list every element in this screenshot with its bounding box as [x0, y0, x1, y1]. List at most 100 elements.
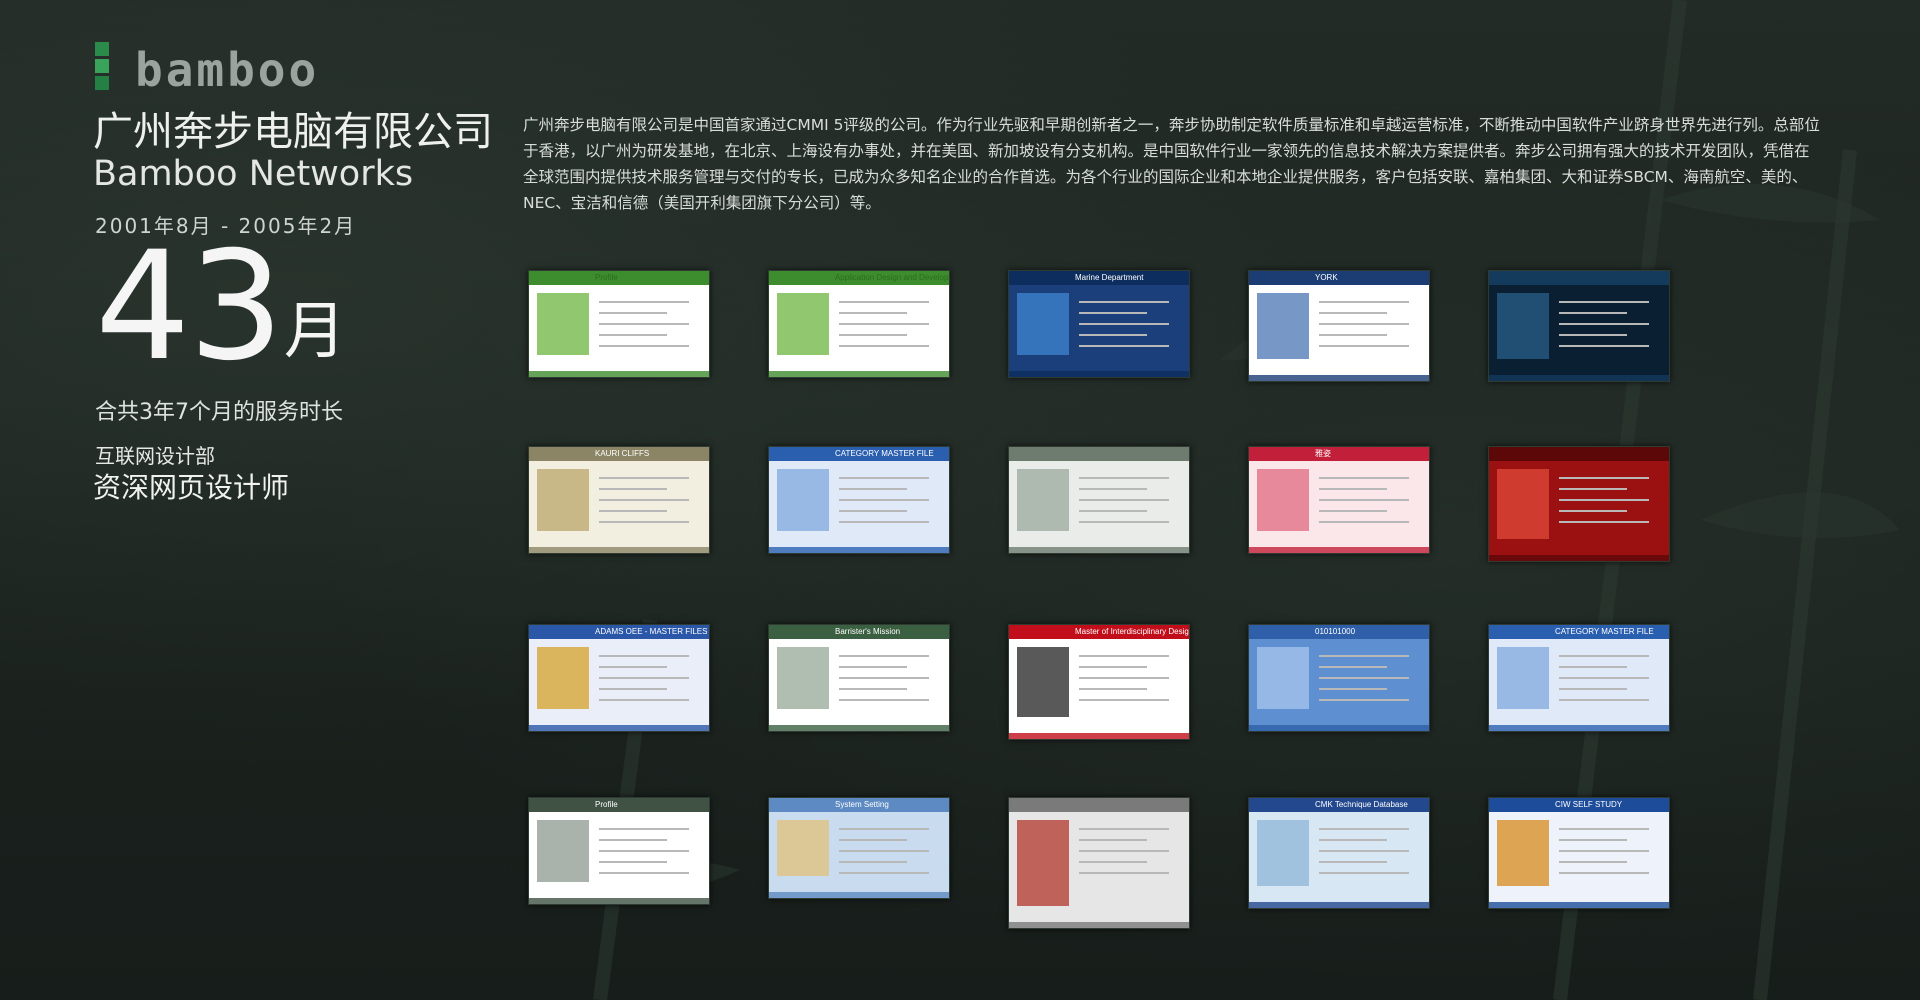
thumbnail-text-line [839, 323, 929, 325]
thumbnail-text-line [1079, 655, 1169, 657]
thumbnail-text-line [1079, 872, 1169, 874]
thumbnail-text-line [839, 477, 929, 479]
thumbnail-text-line [1559, 699, 1649, 701]
thumbnail-caption: Master of Interdisciplinary Design & Man… [1075, 627, 1189, 636]
thumbnail-text-line [1319, 301, 1409, 303]
thumbnail-image-block [777, 293, 829, 355]
service-duration-note: 合共3年7个月的服务时长 [95, 400, 343, 425]
thumbnail-text-line [599, 488, 667, 490]
portfolio-thumbnail[interactable]: CATEGORY MASTER FILE [1488, 624, 1670, 732]
thumbnail-footer-bar [1489, 725, 1669, 731]
thumbnail-text-line [1319, 488, 1387, 490]
thumbnail-text-line [1079, 861, 1147, 863]
portfolio-thumbnail[interactable]: Application Design and Development [768, 270, 950, 378]
months-value: 43 [95, 220, 284, 394]
thumbnail-image-block [1017, 469, 1069, 531]
thumbnail-image-block [1257, 820, 1309, 886]
thumbnail-text-line [839, 699, 929, 701]
thumbnail-text-line [1319, 323, 1409, 325]
thumbnail-text-line [599, 301, 689, 303]
logo-wordmark: bamboo [135, 43, 320, 97]
company-name-english: Bamboo Networks [93, 154, 414, 194]
thumbnail-header-bar [1489, 271, 1669, 285]
thumbnail-caption: ADAMS OEE - MASTER FILES [595, 627, 708, 636]
thumbnail-text-line [599, 688, 667, 690]
thumbnail-footer-bar [1009, 733, 1189, 739]
portfolio-thumbnail[interactable]: CATEGORY MASTER FILE [768, 446, 950, 554]
thumbnail-caption: Profile [595, 273, 618, 282]
thumbnail-image-block [1257, 647, 1309, 709]
thumbnail-text-line [1559, 872, 1649, 874]
thumbnail-text-line [1559, 521, 1649, 523]
thumbnail-image-block [537, 647, 589, 709]
thumbnail-text-line [839, 839, 907, 841]
thumbnail-footer-bar [1009, 922, 1189, 928]
thumbnail-text-line [1559, 677, 1649, 679]
thumbnail-caption: 雅姿 [1315, 449, 1331, 458]
thumbnail-text-line [839, 301, 929, 303]
thumbnail-text-line [1559, 839, 1627, 841]
thumbnail-text-line [599, 666, 667, 668]
thumbnail-footer-bar [529, 547, 709, 553]
portfolio-thumbnail[interactable]: YORK [1248, 270, 1430, 382]
thumbnail-image-block [1017, 820, 1069, 906]
portfolio-thumbnail[interactable]: CMK Technique Database [1248, 797, 1430, 909]
thumbnail-footer-bar [769, 725, 949, 731]
portfolio-thumbnail[interactable]: Profile [528, 797, 710, 905]
portfolio-thumbnail[interactable]: 010101000 [1248, 624, 1430, 732]
thumbnail-image-block [1257, 293, 1309, 359]
thumbnail-text-line [1559, 301, 1649, 303]
thumbnail-caption: Application Design and Development [835, 273, 949, 282]
thumbnail-text-line [599, 323, 689, 325]
portfolio-thumbnail[interactable]: CIW SELF STUDY [1488, 797, 1670, 909]
thumbnail-text-line [1079, 666, 1147, 668]
thumbnail-text-line [599, 312, 667, 314]
thumbnail-image-block [537, 293, 589, 355]
thumbnail-text-line [839, 521, 929, 523]
thumbnail-footer-bar [1249, 375, 1429, 381]
thumbnail-text-line [839, 655, 929, 657]
thumbnail-text-line [599, 334, 667, 336]
portfolio-thumbnail[interactable] [1008, 446, 1190, 554]
thumbnail-text-line [1079, 839, 1147, 841]
job-role: 资深网页设计师 [93, 471, 290, 504]
thumbnail-text-line [1319, 510, 1387, 512]
thumbnail-header-bar [1009, 447, 1189, 461]
thumbnail-footer-bar [769, 547, 949, 553]
thumbnail-text-line [839, 499, 929, 501]
logo-mark-icon [95, 42, 109, 93]
thumbnail-text-line [599, 850, 689, 852]
thumbnail-text-line [1319, 839, 1387, 841]
thumbnail-text-line [839, 861, 907, 863]
thumbnail-caption: Profile [595, 800, 618, 809]
portfolio-thumbnail[interactable]: KAURI CLIFFS [528, 446, 710, 554]
thumbnail-text-line [599, 345, 689, 347]
portfolio-thumbnail[interactable]: Barrister's Mission [768, 624, 950, 732]
portfolio-thumbnail[interactable] [1488, 446, 1670, 562]
portfolio-thumbnail[interactable] [1008, 797, 1190, 929]
portfolio-thumbnail[interactable]: ADAMS OEE - MASTER FILES [528, 624, 710, 732]
thumbnail-text-line [599, 521, 689, 523]
thumbnail-text-line [1079, 345, 1169, 347]
thumbnail-image-block [1017, 293, 1069, 355]
thumbnail-text-line [599, 510, 667, 512]
thumbnail-text-line [599, 699, 689, 701]
portfolio-thumbnail[interactable]: System Setting [768, 797, 950, 899]
thumbnail-caption: 010101000 [1315, 627, 1356, 636]
thumbnail-footer-bar [769, 371, 949, 377]
portfolio-thumbnail[interactable]: Profile [528, 270, 710, 378]
thumbnail-text-line [839, 345, 929, 347]
thumbnail-header-bar [529, 271, 709, 285]
portfolio-thumbnail[interactable]: Master of Interdisciplinary Design & Man… [1008, 624, 1190, 740]
portfolio-thumbnail[interactable] [1488, 270, 1670, 382]
thumbnail-image-block [777, 647, 829, 709]
thumbnail-text-line [1559, 655, 1649, 657]
thumbnail-caption: Barrister's Mission [835, 627, 901, 636]
thumbnail-text-line [1319, 312, 1387, 314]
thumbnail-text-line [1559, 688, 1627, 690]
portfolio-thumbnail[interactable]: Marine Department [1008, 270, 1190, 378]
company-intro: 广州奔步电脑有限公司是中国首家通过CMMI 5评级的公司。作为行业先驱和早期创新… [523, 116, 1820, 212]
portfolio-thumbnail[interactable]: 雅姿 [1248, 446, 1430, 554]
thumbnail-text-line [839, 312, 907, 314]
thumbnail-text-line [1079, 488, 1147, 490]
